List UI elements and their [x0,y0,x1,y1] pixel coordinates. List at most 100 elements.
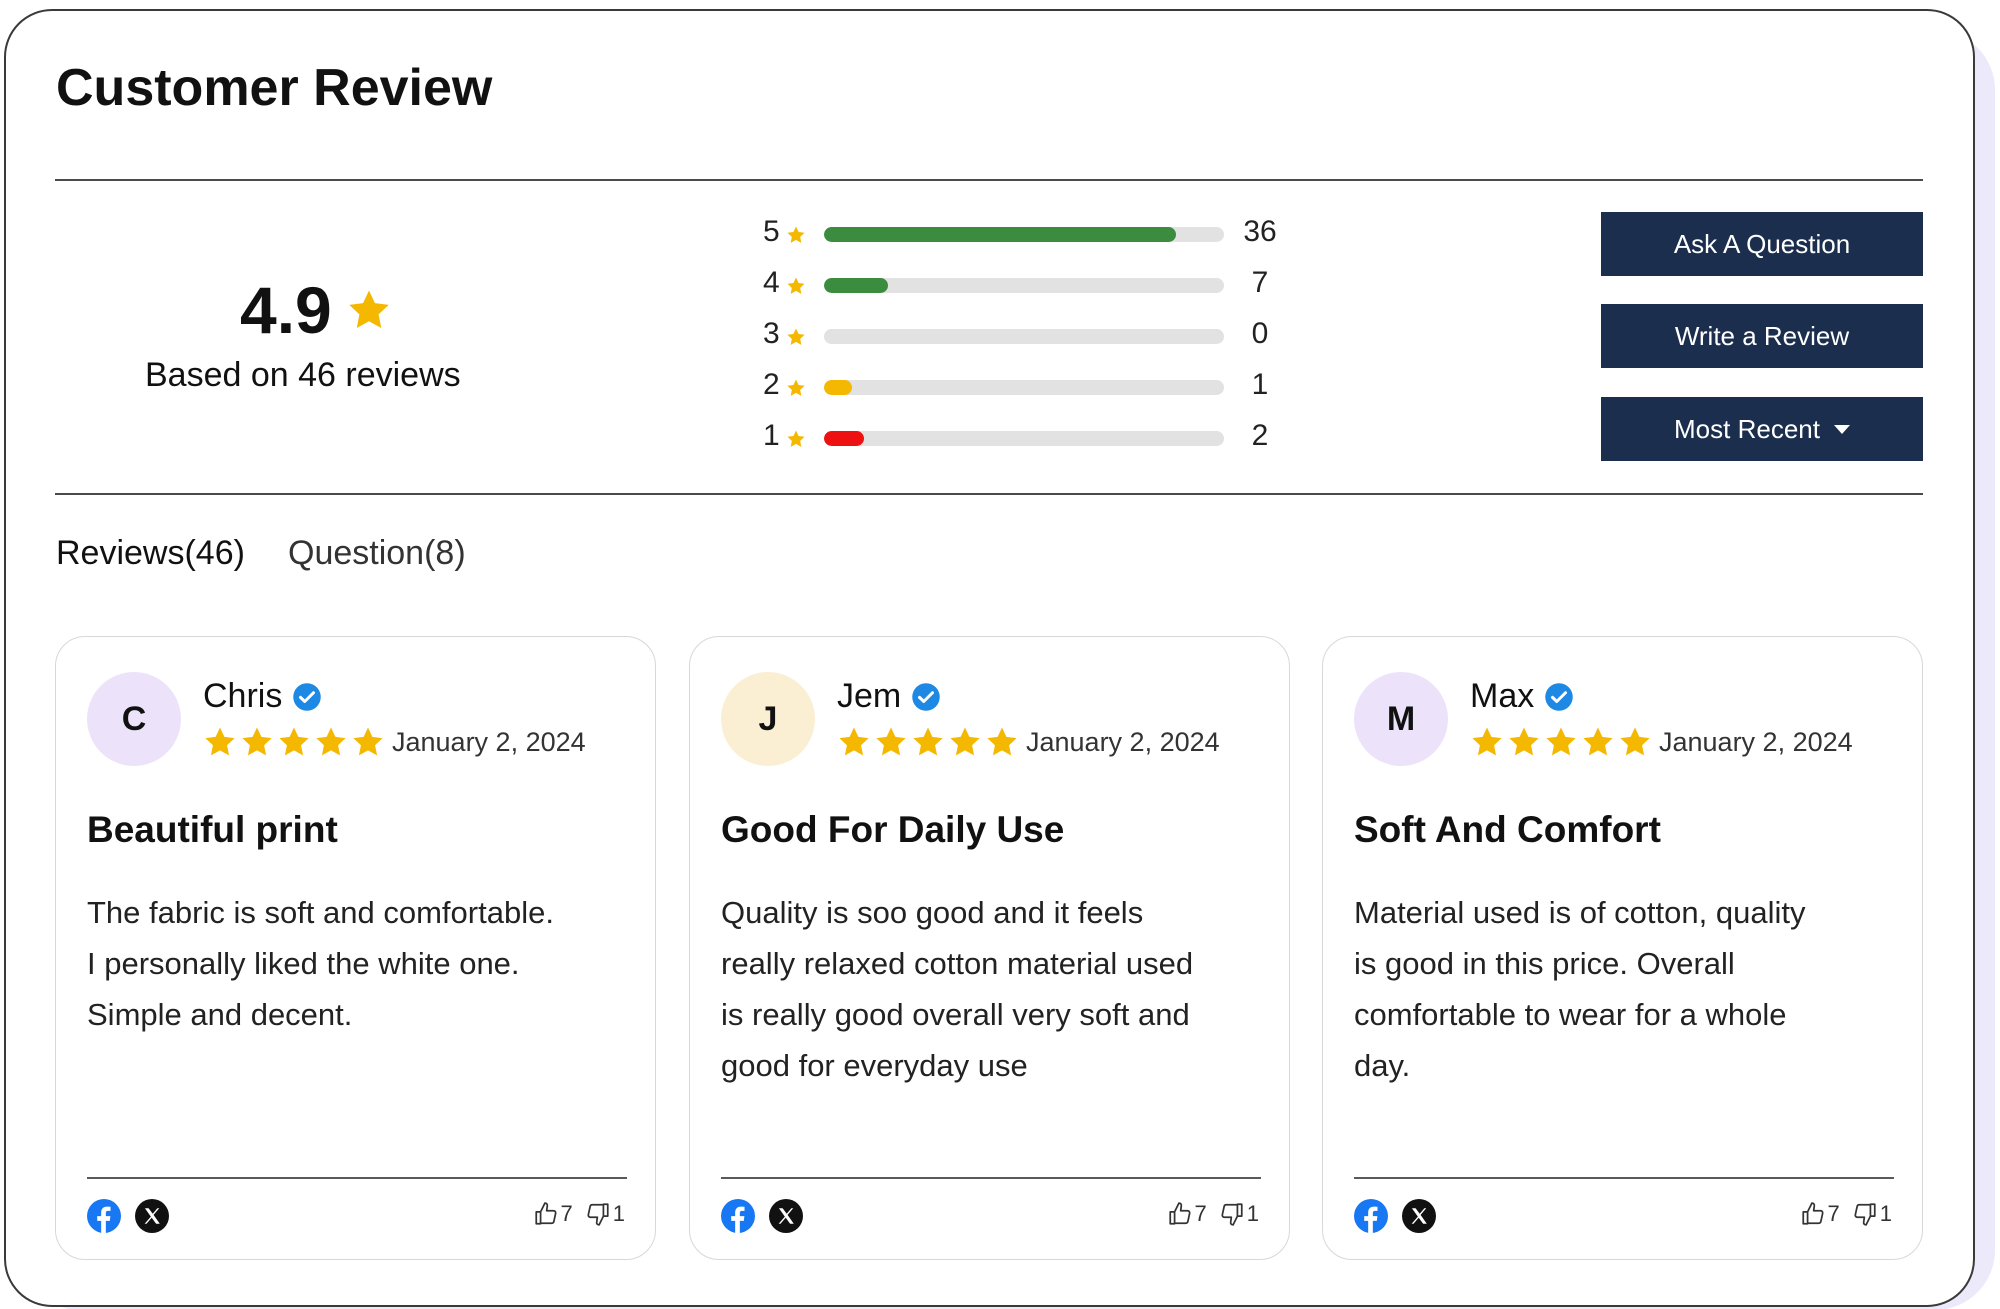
rating-row-count: 2 [1251,419,1269,452]
dislike-count: 1 [612,1201,625,1226]
review-rating [1470,725,1652,759]
review-body: The fabric is soft and comfortable. I pe… [87,895,554,1032]
review-title: Beautiful print [87,809,338,850]
middle-divider [55,493,1923,495]
avatar-initial: J [758,699,778,738]
star-icon [787,277,805,294]
review-votes: 71 [1167,1201,1259,1227]
tab-reviews[interactable]: Reviews(46) [56,534,245,573]
dislike-button[interactable]: 1 [1852,1201,1892,1227]
x-twitter-icon[interactable] [1402,1199,1436,1233]
star-icon [876,727,906,756]
review-date: January 2, 2024 [1659,727,1853,757]
rating-breakdown: 5 36 4 7 3 0 2 1 1 2 [760,213,1280,468]
star-icon [242,727,272,756]
star-icon [1472,727,1502,756]
star-icon [987,727,1017,756]
avatar: J [721,672,815,766]
top-divider [55,179,1923,181]
rating-row-1: 12 [760,417,1280,468]
dislike-button[interactable]: 1 [1219,1201,1259,1227]
sort-dropdown[interactable]: Most Recent [1601,397,1923,461]
star-icon [205,727,235,756]
reviewer-name: Chris [203,677,322,716]
review-title: Good For Daily Use [721,809,1065,850]
like-button[interactable]: 7 [1167,1201,1207,1227]
ask-question-button[interactable]: Ask A Question [1601,212,1923,276]
card-divider [1354,1177,1894,1179]
star-icon [1509,727,1539,756]
rating-bar-track [824,431,1224,446]
tab-questions[interactable]: Question(8) [288,534,466,573]
review-date: January 2, 2024 [1026,727,1220,757]
rating-row-stars: 4 [763,266,780,299]
review-body: Quality is soo good and it feels really … [721,895,1194,1083]
x-twitter-icon[interactable] [769,1199,803,1233]
reviewer-name: Jem [837,677,941,716]
dislike-button[interactable]: 1 [585,1201,625,1227]
star-icon [839,727,869,756]
review-card: M Max January 2, 2024 Soft And Comfort Mater… [1322,636,1923,1260]
review-rating [837,725,1019,759]
star-icon [279,727,309,756]
average-rating: 4.9 [240,272,392,348]
star-icon [787,379,805,396]
rating-bar-fill [824,431,864,446]
review-title: Soft And Comfort [1354,809,1661,850]
review-count-text: Based on 46 reviews [145,356,461,394]
avatar: C [87,672,181,766]
rating-row-2: 21 [760,366,1280,417]
ask-question-label: Ask A Question [1673,228,1851,259]
like-count: 7 [1827,1201,1840,1226]
write-review-label: Write a Review [1674,320,1850,351]
star-icon [787,430,805,447]
facebook-icon[interactable] [1354,1199,1388,1233]
like-button[interactable]: 7 [1800,1201,1840,1227]
star-icon [950,727,980,756]
thumbs-down-icon [587,1203,609,1226]
rating-bar-track [824,380,1224,395]
thumbs-down-icon [1854,1203,1876,1226]
sort-label: Most Recent [1674,413,1820,444]
dislike-count: 1 [1879,1201,1892,1226]
avatar-initial: M [1386,699,1416,738]
card-divider [87,1177,627,1179]
card-divider [721,1177,1261,1179]
rating-bar-track [824,278,1224,293]
like-button[interactable]: 7 [533,1201,573,1227]
like-count: 7 [560,1201,573,1226]
x-twitter-icon[interactable] [135,1199,169,1233]
rating-row-stars: 5 [763,215,780,248]
rating-bar-track [824,227,1224,242]
review-votes: 71 [1800,1201,1892,1227]
rating-row-count: 7 [1251,266,1269,299]
rating-row-count: 1 [1251,368,1269,401]
rating-row-4: 47 [760,264,1280,315]
avatar-initial: C [121,699,147,738]
review-rating [203,725,385,759]
review-card: C Chris January 2, 2024 Beautiful print The … [55,636,656,1260]
rating-bar-fill [824,380,852,395]
rating-row-count: 0 [1251,317,1269,350]
thumbs-up-icon [1168,1202,1191,1225]
rating-row-3: 30 [760,315,1280,366]
star-icon [316,727,346,756]
facebook-icon[interactable] [721,1199,755,1233]
reviewer-name-text: Chris [203,677,283,715]
review-votes: 71 [533,1201,625,1227]
star-icon [1546,727,1576,756]
rating-row-count: 36 [1243,215,1277,248]
star-icon [787,226,805,243]
rating-bar-fill [824,278,888,293]
write-review-button[interactable]: Write a Review [1601,304,1923,368]
rating-row-5: 5 36 [760,213,1280,264]
thumbs-up-icon [1801,1202,1824,1225]
rating-row-stars: 2 [763,368,780,401]
rating-row-stars: 1 [763,419,780,452]
star-icon [1620,727,1650,756]
thumbs-down-icon [1221,1203,1243,1226]
verified-badge-icon [293,682,322,711]
facebook-icon[interactable] [87,1199,121,1233]
verified-badge-icon [1545,682,1573,711]
thumbs-up-icon [534,1202,557,1225]
